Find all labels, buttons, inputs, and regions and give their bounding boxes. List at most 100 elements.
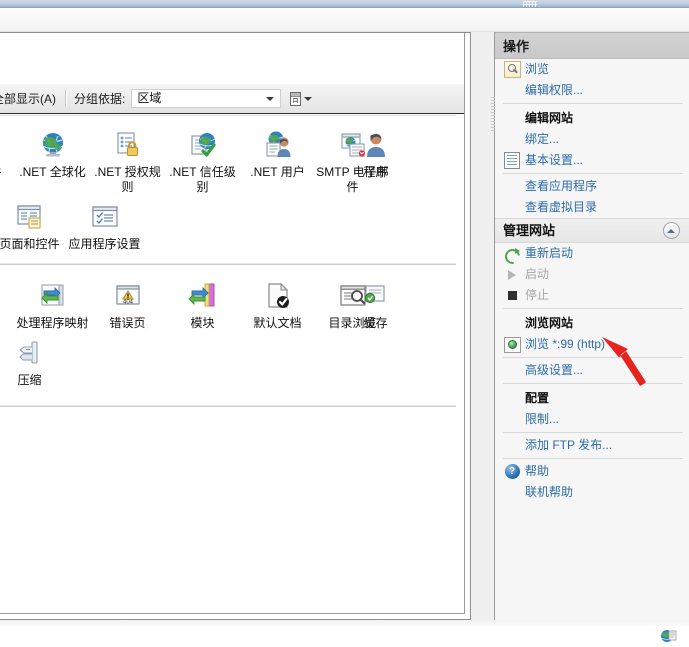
browse-globe-icon [503,336,521,354]
feature-tile[interactable]: 缓存 [338,276,413,333]
help-icon: ? [503,463,521,481]
show-all-button[interactable]: 全部显示(A) [0,91,63,107]
chevron-down-icon [304,96,313,101]
action-browse[interactable]: 浏览 [495,59,689,80]
action-label: 停止 [525,288,550,302]
action-view-virtual-directories[interactable]: 查看虚拟目录 [495,197,689,218]
window-bottom-strip [0,626,689,644]
actions-pane: 操作 浏览 编辑权限... 编辑网站 绑定... 基本设置... 查看应用程序 … [491,32,689,626]
action-label: 启动 [525,267,550,281]
feature-tile-label: 页面和控件 [0,237,60,251]
action-label: 重新启动 [525,246,574,260]
group-by-combobox[interactable]: 区域 [131,89,282,108]
group-divider [0,405,456,407]
action-label: 高级设置... [525,363,584,377]
feature-tile[interactable]: 处理程序映射 [15,276,90,333]
action-label: 查看应用程序 [525,179,598,193]
pages-controls-icon [13,200,47,234]
feature-tile[interactable]: 应用程序设置 [67,197,142,254]
action-divider [503,103,683,104]
compression-icon [13,336,47,370]
action-stop: 停止 [495,285,689,306]
action-help[interactable]: ? 帮助 [495,461,689,482]
toolbar-separator [65,90,67,107]
feature-view-toolbar: 全部显示(A) 分组依据: 区域 [0,84,464,114]
action-limits[interactable]: 限制... [495,409,689,430]
feature-tile[interactable]: 默认文档 [240,276,315,333]
error-pages-404-icon: 404 [111,279,145,313]
view-mode-button[interactable] [290,89,313,109]
action-online-help[interactable]: 联机帮助 [495,482,689,503]
action-label: 浏览 *:99 (http) [525,337,606,351]
action-advanced-settings[interactable]: 高级设置... [495,360,689,381]
feature-tile[interactable]: 设置 [0,276,15,333]
chevron-up-icon[interactable] [663,222,680,239]
feature-tile[interactable]: 404 错误页 [90,276,165,333]
taskbar-globe-icon [660,628,677,644]
action-label: 查看虚拟目录 [525,200,598,214]
actions-header-configure: 配置 [525,391,550,405]
action-divider [503,458,683,459]
feature-tile-label: 配置文件 [0,165,14,180]
action-divider [503,383,683,384]
action-label: 限制... [525,412,560,426]
feature-tile[interactable]: 配置文件 [0,125,15,197]
action-divider [503,173,683,174]
actions-header-browse-website: 浏览网站 [525,316,574,330]
feature-icon-area: 配置文件 [0,115,464,613]
feature-tile-label: 设置 [0,316,14,331]
action-divider [503,308,683,309]
restart-icon [503,245,521,263]
feature-view-inner: 全部显示(A) 分组依据: 区域 [0,33,465,614]
feature-tile[interactable]: .NET 授权规则 [90,125,165,197]
feature-tile-label: 压缩 [17,373,42,387]
feature-tile-label: 缓存 [363,316,388,330]
feature-tile-label: 错误页 [109,316,146,330]
feature-tile[interactable]: 压缩 [0,333,67,390]
action-label: 基本设置... [525,153,584,167]
modules-icon [186,279,220,313]
action-divider [503,432,683,433]
globe-icon [36,128,70,162]
feature-tile-label: 应用程序设置 [68,237,141,251]
action-label: 浏览 [525,62,550,76]
feature-tile[interactable]: .NET 信任级别 [165,125,240,197]
action-basic-settings[interactable]: 基本设置... [495,150,689,171]
feature-tile-label: 模块 [190,316,215,330]
browse-magnifier-icon [503,61,521,79]
feature-tile-label: .NET 授权规则 [94,165,161,194]
handler-mappings-icon [36,279,70,313]
action-bindings[interactable]: 绑定... [495,129,689,150]
feature-tile-label: .NET 信任级别 [169,165,236,194]
svg-text:404: 404 [122,299,133,305]
feature-tile[interactable]: .NET 全球化 [15,125,90,197]
feature-tile[interactable]: .NET 用户 [240,125,315,197]
action-add-ftp-publishing[interactable]: 添加 FTP 发布... [495,435,689,456]
feature-tile[interactable]: 页面和控件 [0,197,67,254]
feature-tile[interactable]: 程序 [338,125,413,197]
action-view-applications[interactable]: 查看应用程序 [495,176,689,197]
action-label: 绑定... [525,132,560,146]
stop-square-icon [503,287,521,305]
feature-group-iis: 设置 处理程序映射 [0,265,464,397]
feature-tile-label: 程序 [363,165,388,179]
group-by-label: 分组依据: [74,92,126,106]
action-edit-permissions[interactable]: 编辑权限... [495,80,689,101]
start-play-icon [503,266,521,284]
feature-tile[interactable]: 模块 [165,276,240,333]
action-start: 启动 [495,264,689,285]
users-icon [359,128,393,162]
actions-header-edit-site: 编辑网站 [525,111,574,125]
action-browse-site-binding[interactable]: 浏览 *:99 (http) [495,334,689,355]
output-caching-icon [359,279,393,313]
iis-manager-window: 全部显示(A) 分组依据: 区域 [0,0,689,644]
action-restart[interactable]: 重新启动 [495,243,689,264]
dotnet-users-icon [261,128,295,162]
action-label: 编辑权限... [525,83,584,97]
action-divider [503,357,683,358]
actions-group-manage-site[interactable]: 管理网站 [495,218,689,243]
feature-tile-label: 默认文档 [253,316,302,330]
feature-tile-label: 处理程序映射 [16,316,89,330]
trust-level-icon [186,128,220,162]
grid-view-icon [290,91,302,106]
